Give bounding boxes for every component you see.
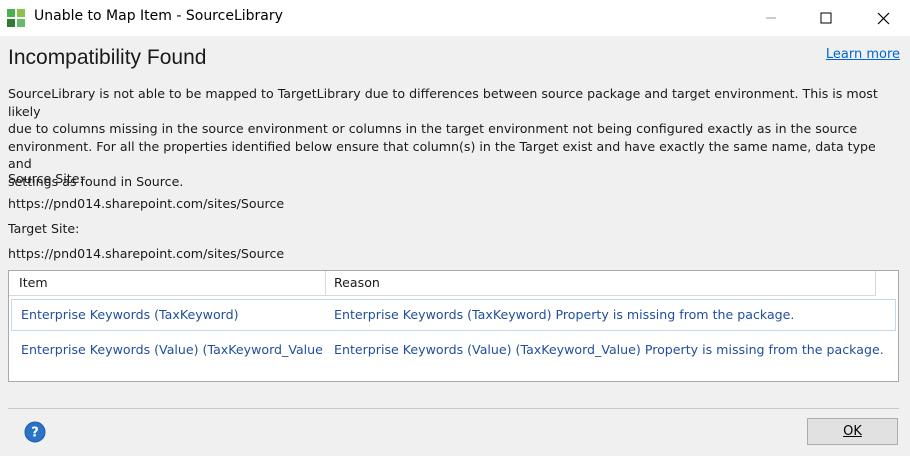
column-divider[interactable] bbox=[875, 271, 876, 295]
description-line: settings as found in Source. bbox=[8, 173, 184, 189]
item-cell: Enterprise Keywords (TaxKeyword) bbox=[21, 307, 239, 322]
ok-button[interactable]: OK bbox=[807, 418, 898, 445]
table-row[interactable]: Enterprise Keywords (TaxKeyword) Enterpr… bbox=[11, 299, 896, 331]
footer-divider bbox=[8, 408, 899, 409]
description-line: SourceLibrary is not able to be mapped t… bbox=[8, 86, 878, 119]
window-title: Unable to Map Item - SourceLibrary bbox=[34, 8, 283, 24]
minimize-icon bbox=[766, 17, 776, 19]
dialog-content: Incompatibility Found Learn more SourceL… bbox=[0, 36, 910, 456]
incompatibility-grid[interactable]: Item Reason Enterprise Keywords (TaxKeyw… bbox=[8, 270, 899, 382]
description-line: environment. For all the properties iden… bbox=[8, 138, 876, 172]
help-icon[interactable]: ? bbox=[24, 421, 46, 443]
title-bar: Unable to Map Item - SourceLibrary bbox=[0, 0, 910, 36]
item-cell: Enterprise Keywords (Value) (TaxKeyword_… bbox=[21, 342, 323, 357]
target-site-label: Target Site: bbox=[8, 221, 80, 236]
reason-cell: Enterprise Keywords (TaxKeyword) Propert… bbox=[334, 307, 795, 322]
source-site-label: Source Site: bbox=[8, 171, 84, 186]
grid-header: Item Reason bbox=[9, 271, 876, 296]
table-row[interactable]: Enterprise Keywords (Value) (TaxKeyword_… bbox=[11, 335, 896, 367]
source-site-url: https://pnd014.sharepoint.com/sites/Sour… bbox=[8, 196, 285, 211]
app-icon bbox=[7, 9, 25, 27]
target-site-url: https://pnd014.sharepoint.com/sites/Sour… bbox=[8, 246, 285, 261]
maximize-icon bbox=[820, 12, 832, 24]
description-text: SourceLibrary is not able to be mapped t… bbox=[8, 85, 898, 190]
reason-cell: Enterprise Keywords (Value) (TaxKeyword_… bbox=[334, 342, 884, 357]
description-line: due to columns missing in the source env… bbox=[8, 121, 858, 136]
ok-button-label: OK bbox=[843, 424, 862, 439]
maximize-button[interactable] bbox=[803, 0, 849, 36]
learn-more-link[interactable]: Learn more bbox=[826, 47, 900, 62]
close-icon bbox=[877, 12, 889, 24]
dialog-heading: Incompatibility Found bbox=[8, 46, 207, 69]
close-button[interactable] bbox=[860, 0, 906, 36]
column-header-reason[interactable]: Reason bbox=[326, 271, 876, 295]
minimize-button[interactable] bbox=[748, 0, 794, 36]
svg-text:?: ? bbox=[31, 426, 39, 441]
column-header-item[interactable]: Item bbox=[11, 271, 327, 295]
